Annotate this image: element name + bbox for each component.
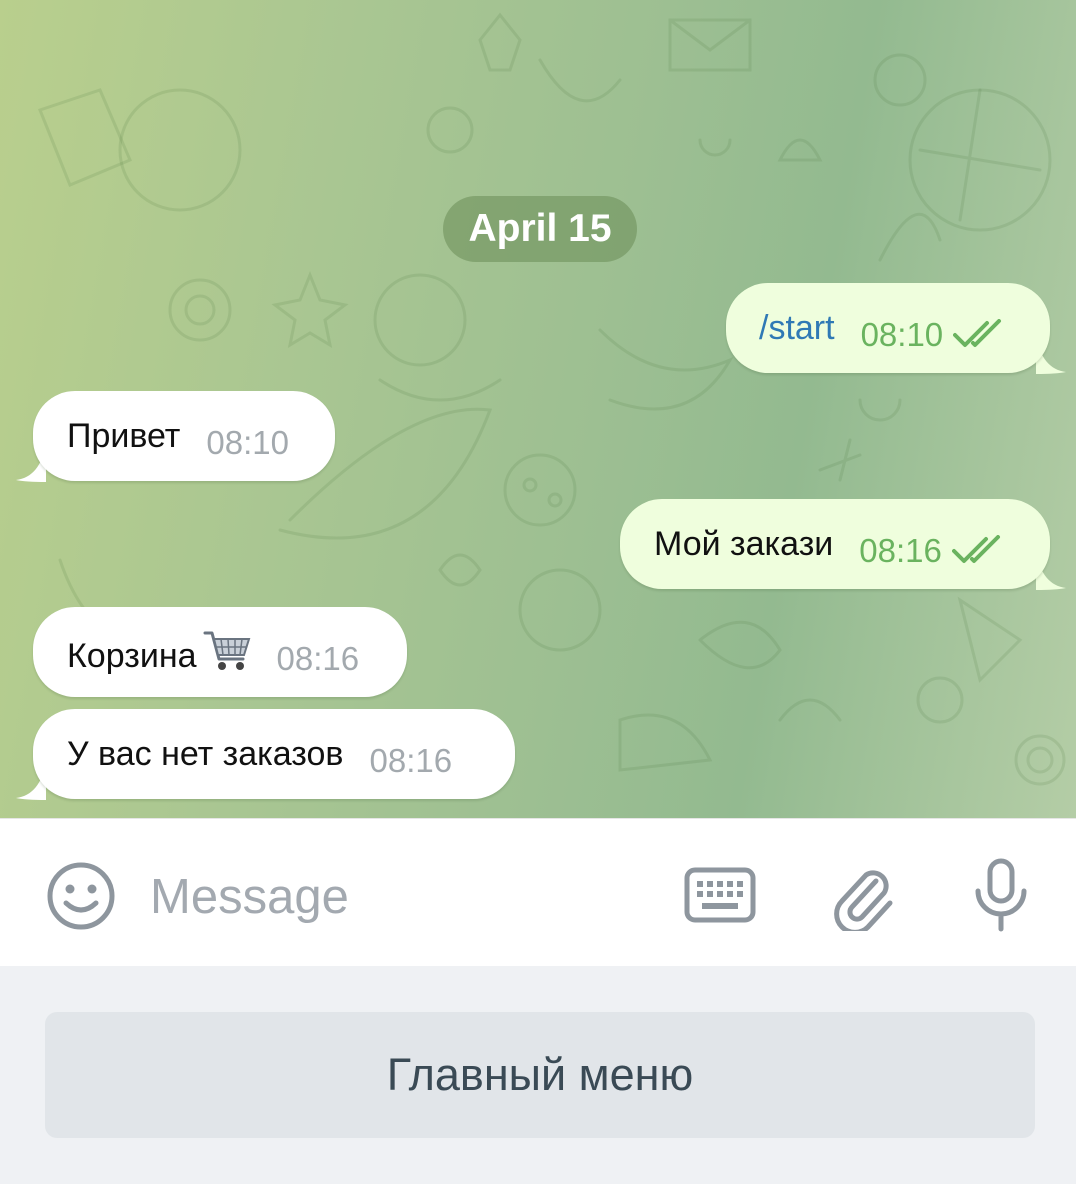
message-composer bbox=[0, 818, 1076, 966]
message-incoming[interactable]: Привет 08:10 bbox=[33, 391, 335, 481]
message-input[interactable] bbox=[150, 859, 650, 935]
emoji-icon[interactable] bbox=[46, 861, 116, 931]
message-text: У вас нет заказов bbox=[67, 734, 344, 773]
bot-command-link[interactable]: /start bbox=[759, 309, 835, 348]
double-check-icon bbox=[951, 535, 1000, 563]
message-time: 08:10 bbox=[860, 316, 944, 353]
message-incoming[interactable]: У вас нет заказов 08:16 bbox=[33, 709, 515, 799]
keyboard-icon[interactable] bbox=[684, 867, 756, 923]
message-time: 08:16 bbox=[369, 742, 453, 779]
message-outgoing[interactable]: /start 08:10 bbox=[726, 283, 1050, 373]
attach-icon[interactable] bbox=[832, 859, 896, 931]
message-text: Привет bbox=[67, 416, 181, 455]
message-text-label: Корзина bbox=[67, 636, 197, 675]
bot-reply-keyboard: Главный меню bbox=[0, 966, 1076, 1184]
shopping-cart-icon bbox=[203, 631, 250, 670]
message-incoming[interactable]: Корзина 08:16 bbox=[33, 607, 407, 697]
microphone-icon[interactable] bbox=[972, 857, 1030, 933]
message-time: 08:10 bbox=[206, 424, 289, 461]
message-time: 08:16 bbox=[276, 640, 360, 677]
message-text: Корзина bbox=[67, 629, 251, 676]
main-menu-button[interactable]: Главный меню bbox=[45, 1012, 1035, 1138]
chat-area: April 15 /start 08:10 Привет 08:10 Мой з… bbox=[0, 0, 1076, 818]
message-time: 08:16 bbox=[859, 532, 942, 569]
message-outgoing[interactable]: Мой закази 08:16 bbox=[620, 499, 1050, 589]
message-text: Мой закази bbox=[654, 524, 834, 563]
double-check-icon bbox=[953, 319, 1002, 347]
date-separator: April 15 bbox=[443, 196, 637, 262]
